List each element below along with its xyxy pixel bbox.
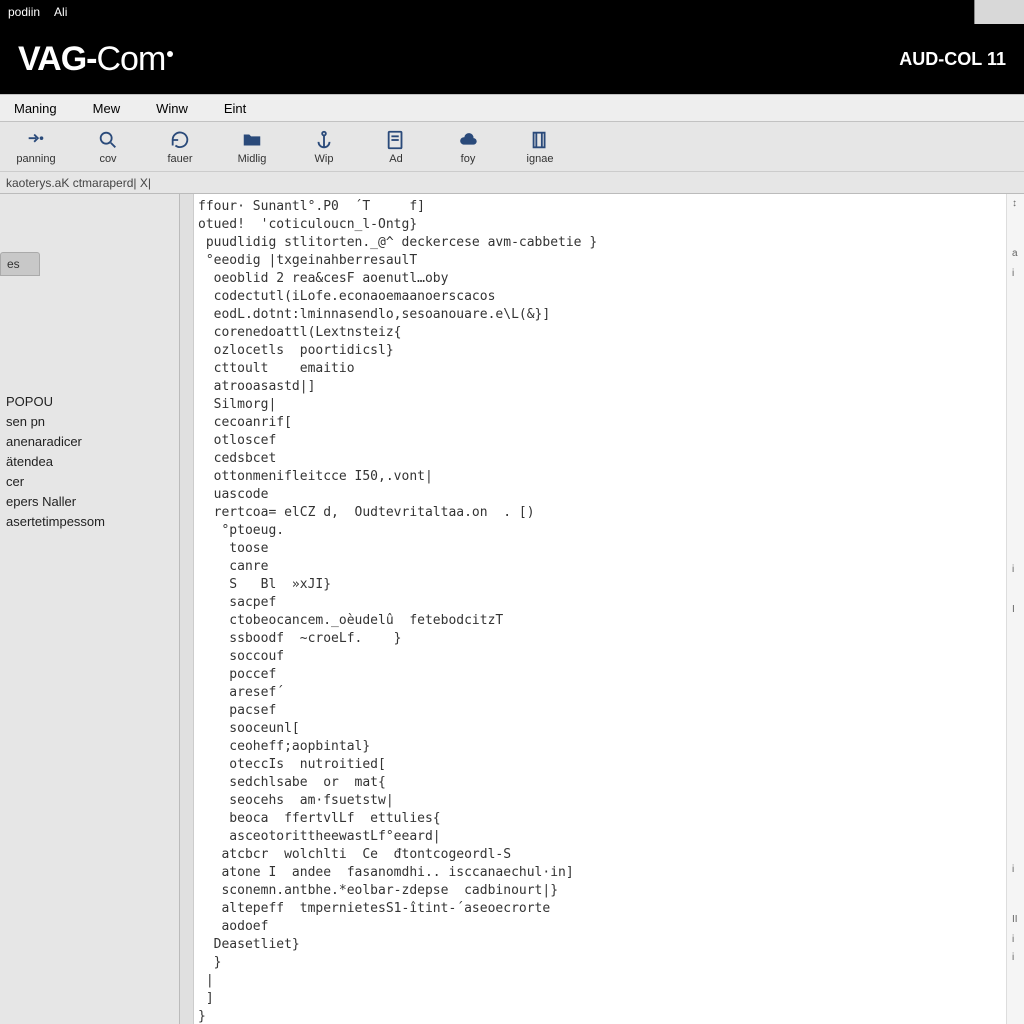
right-marker-strip: ↕ a i i I i II i i: [1006, 194, 1024, 1024]
toolbar-label: cov: [99, 153, 116, 165]
sidebar-items: POPOU sen pn anenaradicer ätendea cer ep…: [0, 392, 179, 532]
strip-mark: i: [1012, 564, 1022, 575]
toolbar-ad[interactable]: Ad: [374, 129, 418, 165]
document-tab-bar: kaoterys.aK ctmaraperd| X|: [0, 172, 1024, 194]
brand-dash: -: [86, 40, 96, 78]
toolbar-panning[interactable]: panning: [14, 129, 58, 165]
sidebar-item[interactable]: asertetimpessom: [6, 512, 173, 532]
toolbar-label: panning: [16, 153, 55, 165]
toolbar-label: foy: [461, 153, 476, 165]
menu-item-1[interactable]: Mew: [93, 101, 120, 116]
folder-icon: [241, 129, 263, 151]
side-tab[interactable]: es: [0, 252, 40, 276]
menu-item-3[interactable]: Eint: [224, 101, 246, 116]
cloud-icon: [457, 129, 479, 151]
side-panel: es POPOU sen pn anenaradicer ätendea cer…: [0, 194, 180, 1024]
toolbar-ignae[interactable]: ignae: [518, 129, 562, 165]
strip-mark: i: [1012, 268, 1022, 279]
top-right-label: AUD-COL 11: [899, 49, 1006, 70]
toolbar-midlig[interactable]: Midlig: [230, 129, 274, 165]
window-controls[interactable]: [974, 0, 1024, 24]
arrow-icon: [25, 129, 47, 151]
sidebar-item[interactable]: anenaradicer: [6, 432, 173, 452]
menu-bar: Maning Mew Winw Eint: [0, 94, 1024, 122]
strip-mark: a: [1012, 248, 1022, 259]
toolbar-wip[interactable]: Wip: [302, 129, 346, 165]
work-area: es POPOU sen pn anenaradicer ätendea cer…: [0, 194, 1024, 1024]
brand-light: Com: [96, 40, 165, 78]
toolbar-cov[interactable]: cov: [86, 129, 130, 165]
app-banner: VAG-Com AUD-COL 11: [0, 24, 1024, 94]
search-icon: [97, 129, 119, 151]
menu-item-0[interactable]: Maning: [14, 101, 57, 116]
strip-mark: II: [1012, 914, 1022, 925]
sidebar-item[interactable]: sen pn: [6, 412, 173, 432]
menu-item-2[interactable]: Winw: [156, 101, 188, 116]
code-editor[interactable]: ffour· Sunantl°.P0 ´T f] otued! 'coticul…: [194, 194, 1006, 1024]
toolbar: panning cov fauer Midlig Wip Ad foy igna…: [0, 122, 1024, 172]
title-text-2: Ali: [54, 5, 67, 19]
code-content: ffour· Sunantl°.P0 ´T f] otued! 'coticul…: [198, 198, 1006, 1024]
toolbar-foy[interactable]: foy: [446, 129, 490, 165]
page-icon: [385, 129, 407, 151]
toolbar-fauer[interactable]: fauer: [158, 129, 202, 165]
title-text-1: podiin: [8, 5, 40, 19]
document-tab[interactable]: kaoterys.aK ctmaraperd| X|: [6, 176, 151, 190]
toolbar-label: Wip: [315, 153, 334, 165]
sidebar-item[interactable]: epers Naller: [6, 492, 173, 512]
brand-heavy: VAG: [18, 40, 86, 78]
title-bar: podiin Ali: [0, 0, 1024, 24]
sidebar-item[interactable]: cer: [6, 472, 173, 492]
toolbar-label: Midlig: [238, 153, 267, 165]
box-icon: [529, 129, 551, 151]
refresh-icon: [169, 129, 191, 151]
sidebar-item[interactable]: POPOU: [6, 392, 173, 412]
toolbar-label: Ad: [389, 153, 402, 165]
anchor-icon: [313, 129, 335, 151]
strip-mark: i: [1012, 934, 1022, 945]
brand-logo: VAG-Com: [18, 40, 173, 79]
toolbar-label: ignae: [527, 153, 554, 165]
editor-gutter: [180, 194, 194, 1024]
strip-mark: I: [1012, 604, 1022, 615]
toolbar-label: fauer: [167, 153, 192, 165]
strip-mark: i: [1012, 952, 1022, 963]
brand-dot-icon: [167, 51, 173, 57]
strip-mark: ↕: [1012, 198, 1022, 209]
sidebar-item[interactable]: ätendea: [6, 452, 173, 472]
strip-mark: i: [1012, 864, 1022, 875]
